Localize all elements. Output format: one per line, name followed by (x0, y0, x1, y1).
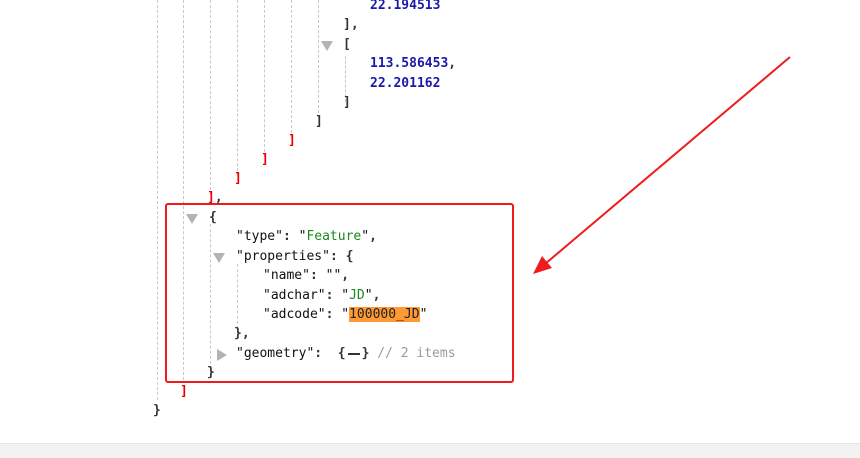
annotation-arrow-icon (533, 56, 791, 274)
json-viewer: 22.194513 ], [ 113.586453, 22.201162 ] ]… (0, 0, 860, 443)
bottom-bar (0, 443, 860, 458)
